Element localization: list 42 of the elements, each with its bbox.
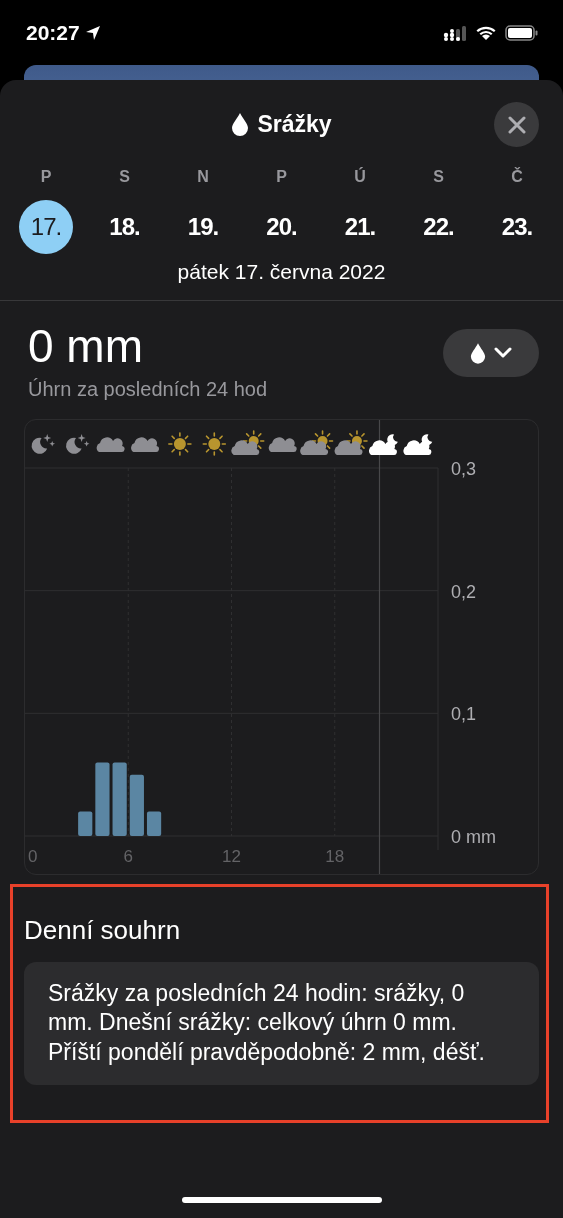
summary-text: Srážky za posledních 24 hodin: srážky, 0 mm. Dnešní srážky: celkový úhrn 0 mm. Příští pondělí pravděpodobně: 2 mm, déšť.	[24, 961, 539, 1086]
battery-icon	[505, 24, 539, 41]
location-arrow-icon	[84, 24, 101, 41]
chevron-down-icon	[494, 347, 512, 359]
date-button[interactable]: 23.	[490, 200, 544, 254]
status-time: 20:27	[26, 20, 80, 45]
total-caption: Úhrn za posledních 24 hod	[28, 377, 268, 401]
y-axis-label: 0,2	[451, 581, 477, 602]
precipitation-bar	[78, 811, 93, 836]
weekday-label: P	[40, 168, 52, 186]
drop-icon	[470, 342, 486, 364]
close-icon	[506, 114, 527, 135]
x-axis-label: 0	[28, 846, 38, 866]
close-button[interactable]	[494, 102, 539, 147]
y-axis-label: 0,3	[451, 458, 477, 479]
weekday-label: P	[276, 168, 287, 186]
x-axis-label: 12	[222, 846, 241, 866]
sheet-title: Srážky	[257, 110, 332, 138]
weekday-label: S	[433, 168, 444, 186]
date-button[interactable]: 17.	[19, 200, 73, 254]
metric-dropdown[interactable]	[443, 329, 539, 377]
drop-icon	[231, 112, 250, 136]
date-button[interactable]: 21.	[333, 200, 387, 254]
date-button[interactable]: 18.	[97, 200, 152, 254]
date-button[interactable]: 22.	[411, 200, 466, 254]
precipitation-total: 0 mm	[28, 321, 144, 372]
precipitation-bar	[146, 811, 162, 836]
signal-icon	[443, 24, 467, 41]
weekday-label: S	[119, 168, 130, 186]
section-heading: Denní souhrn	[24, 914, 182, 946]
wifi-icon	[475, 24, 497, 41]
weekday-label: Ú	[354, 168, 366, 186]
weekday-label: Č	[511, 168, 523, 186]
precipitation-bar	[129, 774, 144, 836]
y-axis-label: 0 mm	[451, 826, 496, 847]
date-button[interactable]: 19.	[176, 200, 230, 254]
y-axis-label: 0,1	[451, 703, 477, 724]
date-button[interactable]: 20.	[254, 200, 309, 254]
selected-date: pátek 17. června 2022	[176, 260, 387, 284]
x-axis-label: 18	[325, 846, 345, 866]
weekday-label: N	[197, 168, 209, 186]
x-axis-label: 6	[123, 846, 133, 866]
